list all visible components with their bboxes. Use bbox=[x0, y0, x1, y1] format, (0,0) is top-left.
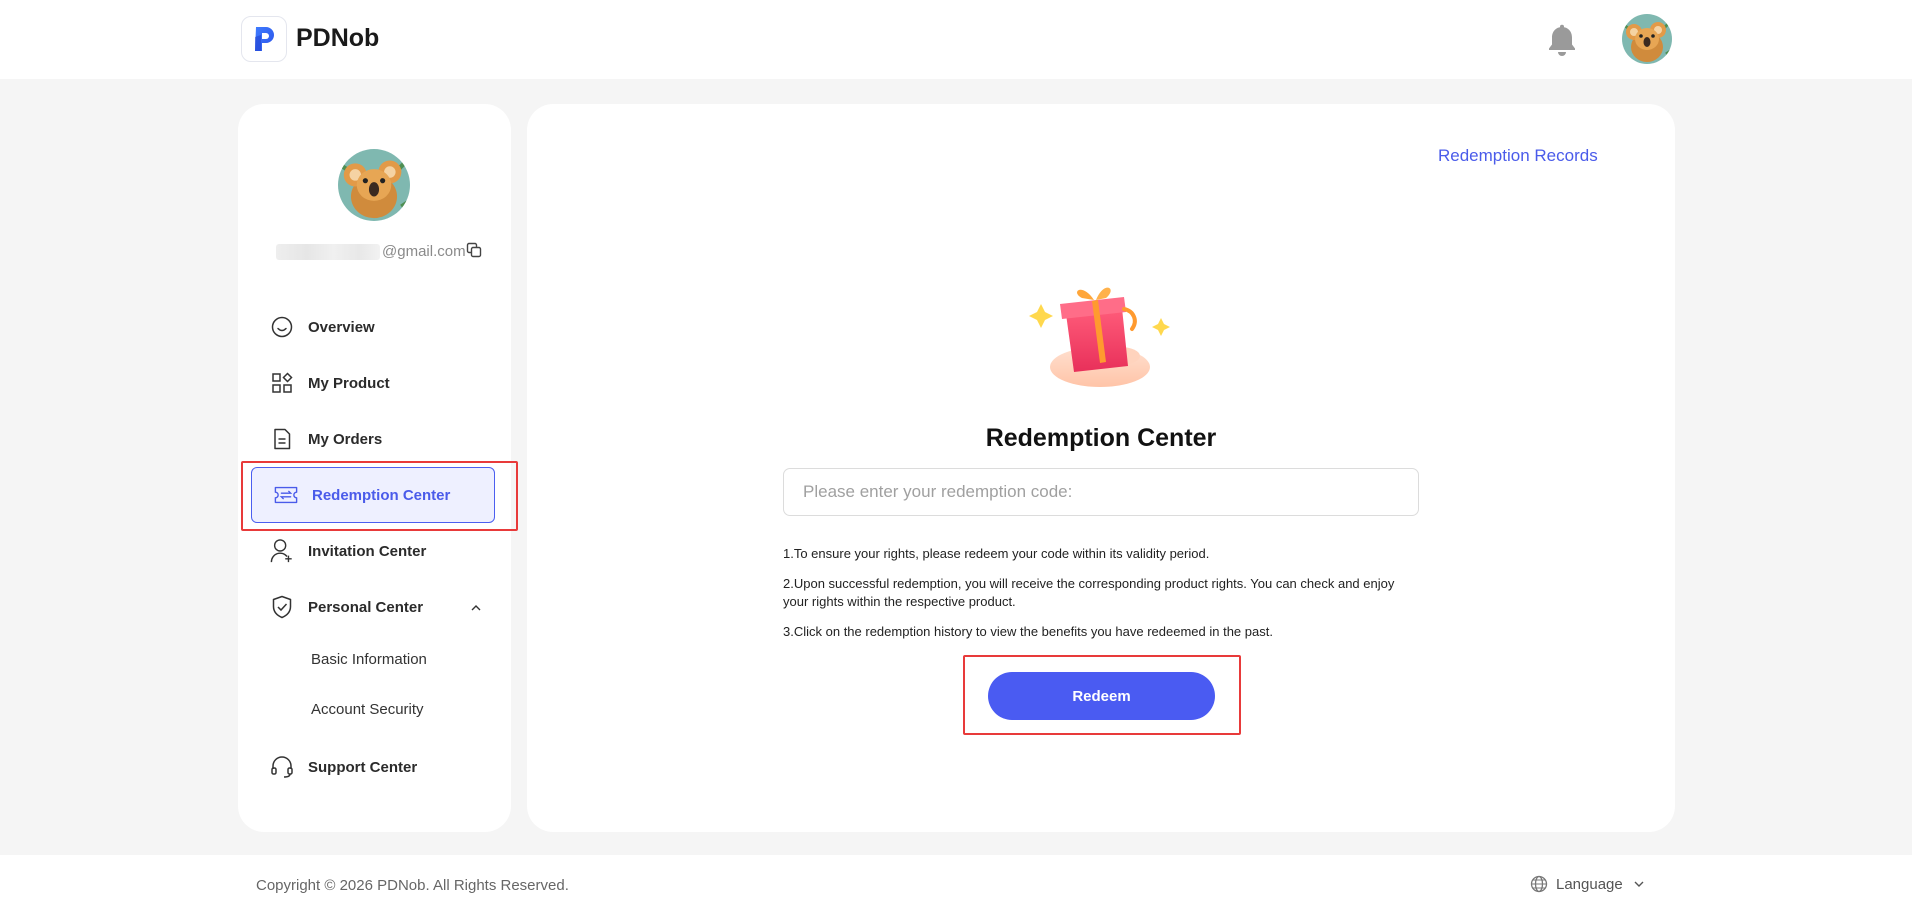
redemption-notes: 1.To ensure your rights, please redeem y… bbox=[783, 545, 1403, 653]
sidebar-item-personal-center[interactable]: Personal Center bbox=[268, 585, 494, 629]
chevron-down-icon bbox=[1634, 881, 1644, 887]
note-item: 1.To ensure your rights, please redeem y… bbox=[783, 546, 1210, 561]
sidebar-item-label: Invitation Center bbox=[308, 542, 427, 560]
language-label: Language bbox=[1556, 875, 1623, 893]
koala-avatar[interactable] bbox=[1622, 14, 1672, 64]
redemption-code-input[interactable] bbox=[783, 468, 1419, 516]
koala-avatar[interactable] bbox=[338, 149, 410, 221]
user-email: @gmail.com bbox=[276, 240, 486, 264]
smile-face-icon bbox=[270, 315, 294, 339]
user-plus-icon bbox=[270, 539, 294, 563]
sidebar-item-label: Support Center bbox=[308, 758, 418, 776]
highlight-box-redeem bbox=[963, 655, 1241, 735]
sidebar-item-my-product[interactable]: My Product bbox=[268, 361, 494, 405]
redemption-records-link[interactable]: Redemption Records bbox=[1438, 146, 1598, 166]
footer: Copyright © 2026 PDNob. All Rights Reser… bbox=[0, 855, 1912, 907]
bell-icon[interactable] bbox=[1547, 24, 1577, 58]
sidebar-item-label: Overview bbox=[308, 318, 375, 336]
copyright-text: Copyright © 2026 PDNob. All Rights Reser… bbox=[256, 877, 569, 894]
sidebar-subitem-account-security[interactable]: Account Security bbox=[311, 701, 424, 718]
language-selector[interactable]: Language bbox=[1530, 875, 1653, 893]
sidebar-item-label: My Orders bbox=[308, 430, 383, 448]
note-item: 2.Upon successful redemption, you will r… bbox=[783, 576, 1395, 609]
top-header: PDNob bbox=[0, 0, 1912, 79]
sidebar-item-overview[interactable]: Overview bbox=[268, 305, 494, 349]
chevron-up-icon[interactable] bbox=[470, 601, 482, 613]
gift-box-illustration bbox=[1022, 274, 1177, 394]
sidebar-item-invitation-center[interactable]: Invitation Center bbox=[268, 529, 494, 573]
email-domain: @gmail.com bbox=[382, 243, 466, 260]
p-logo-icon[interactable] bbox=[241, 16, 287, 62]
sidebar-item-support-center[interactable]: Support Center bbox=[268, 745, 494, 789]
document-icon bbox=[270, 427, 294, 451]
grid-shapes-icon bbox=[270, 371, 294, 395]
sidebar-item-label: My Product bbox=[308, 374, 390, 392]
sidebar-subitem-basic-information[interactable]: Basic Information bbox=[311, 651, 427, 668]
globe-icon bbox=[1530, 875, 1548, 893]
headset-icon bbox=[270, 755, 294, 779]
highlight-box-sidebar bbox=[241, 461, 518, 531]
sidebar-item-label: Personal Center bbox=[308, 598, 424, 616]
sidebar-item-my-orders[interactable]: My Orders bbox=[268, 417, 494, 461]
note-item: 3.Click on the redemption history to vie… bbox=[783, 624, 1273, 639]
shield-check-icon bbox=[270, 595, 294, 619]
page-title: Redemption Center bbox=[985, 424, 1217, 452]
copy-icon[interactable] bbox=[466, 242, 482, 258]
email-username-blurred bbox=[276, 244, 380, 260]
brand-name[interactable]: PDNob bbox=[296, 24, 379, 53]
